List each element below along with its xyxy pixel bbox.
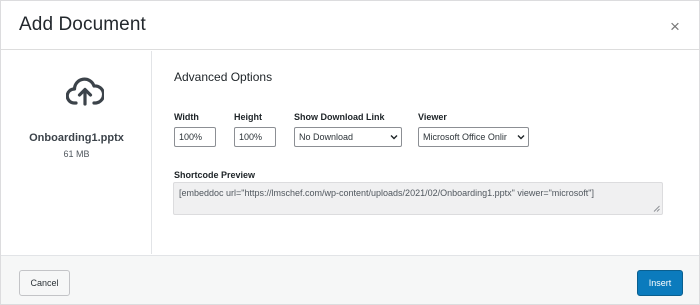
viewer-select[interactable]: Microsoft Office Onlir [418, 127, 529, 147]
viewer-value: Microsoft Office Onlir [423, 132, 507, 142]
shortcode-preview-textarea[interactable]: [embeddoc url="https://lmschef.com/wp-co… [173, 182, 663, 215]
file-name: Onboarding1.pptx [29, 132, 124, 144]
cancel-button[interactable]: Cancel [19, 270, 70, 296]
width-input[interactable] [174, 127, 216, 147]
close-icon[interactable]: × [665, 17, 685, 37]
width-label: Width [174, 112, 199, 122]
dialog-header: Add Document × [1, 1, 699, 50]
shortcode-text: [embeddoc url="https://lmschef.com/wp-co… [179, 188, 594, 198]
cloud-upload-icon [66, 77, 104, 106]
add-document-dialog: Add Document × Onboarding1.pptx 61 MB Ad… [0, 0, 700, 305]
dialog-footer: Cancel Insert [1, 255, 699, 304]
chevron-down-icon [390, 135, 398, 140]
height-label: Height [234, 112, 262, 122]
viewer-label: Viewer [418, 112, 447, 122]
download-link-value: No Download [299, 132, 354, 142]
advanced-options-title: Advanced Options [174, 70, 273, 84]
file-info-panel: Onboarding1.pptx 61 MB [1, 51, 152, 254]
insert-button[interactable]: Insert [637, 270, 683, 296]
height-input[interactable] [234, 127, 276, 147]
download-link-select[interactable]: No Download [294, 127, 402, 147]
shortcode-preview-label: Shortcode Preview [174, 170, 256, 180]
file-size: 61 MB [63, 149, 90, 159]
download-link-label: Show Download Link [294, 112, 385, 122]
resize-grip-icon[interactable] [653, 205, 660, 212]
dialog-title: Add Document [19, 14, 146, 35]
chevron-down-icon [517, 135, 525, 140]
